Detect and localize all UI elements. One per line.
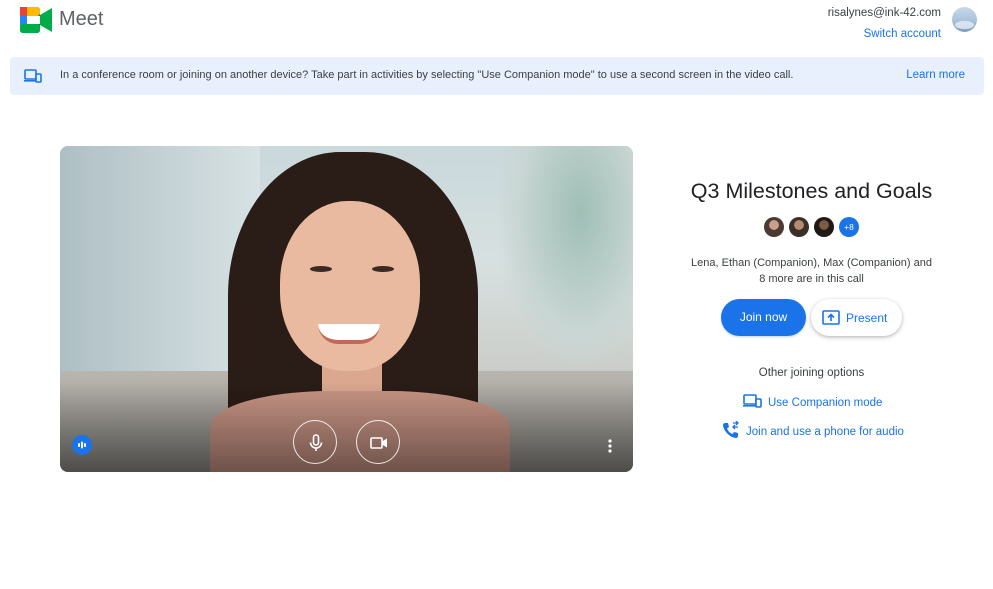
present-screen-icon: [822, 310, 840, 325]
video-camera-icon: [370, 437, 387, 449]
header: Meet risalynes@ink-42.com Switch account: [0, 0, 993, 48]
in-call-summary: Lena, Ethan (Companion), Max (Companion)…: [640, 255, 983, 287]
banner-text: In a conference room or joining on anoth…: [60, 69, 794, 81]
switch-account-link[interactable]: Switch account: [828, 27, 941, 42]
companion-mode-label: Use Companion mode: [768, 397, 883, 409]
person-eye: [372, 266, 394, 272]
in-call-line: Lena, Ethan (Companion), Max (Companion)…: [691, 257, 932, 269]
self-video-preview: [60, 146, 633, 472]
phone-audio-label: Join and use a phone for audio: [746, 426, 904, 438]
audio-level-icon: [72, 435, 92, 455]
in-call-line: 8 more are in this call: [759, 273, 864, 285]
participant-avatar: [764, 217, 784, 237]
companion-devices-icon: [743, 394, 762, 408]
camera-button[interactable]: [356, 420, 400, 464]
account-avatar[interactable]: [952, 7, 977, 32]
account-info: risalynes@ink-42.com Switch account: [828, 6, 941, 42]
participant-avatar: [789, 217, 809, 237]
person-face: [280, 201, 420, 371]
account-email: risalynes@ink-42.com: [827, 7, 941, 19]
video-bottom-shade: [60, 382, 633, 472]
meeting-title: Q3 Milestones and Goals: [690, 179, 933, 203]
microphone-icon: [309, 434, 323, 451]
microphone-button[interactable]: [293, 420, 337, 464]
present-label: Present: [846, 311, 888, 325]
learn-more-link[interactable]: Learn more: [906, 69, 965, 81]
join-now-button[interactable]: Join now: [721, 299, 806, 336]
video-background-plant: [500, 146, 633, 366]
google-meet-logo-icon[interactable]: [20, 7, 52, 33]
person-eye: [310, 266, 332, 272]
other-joining-options-label: Other joining options: [758, 367, 865, 379]
participant-avatar: [814, 217, 834, 237]
more-vert-icon: [608, 439, 612, 453]
phone-forward-icon: [723, 421, 739, 438]
app-name: Meet: [59, 8, 104, 30]
present-button[interactable]: Present: [811, 299, 902, 336]
more-options-button[interactable]: [603, 436, 617, 456]
companion-mode-banner: In a conference room or joining on anoth…: [10, 57, 984, 95]
companion-devices-icon: [24, 69, 42, 83]
extra-participants-badge: +8: [839, 217, 859, 237]
